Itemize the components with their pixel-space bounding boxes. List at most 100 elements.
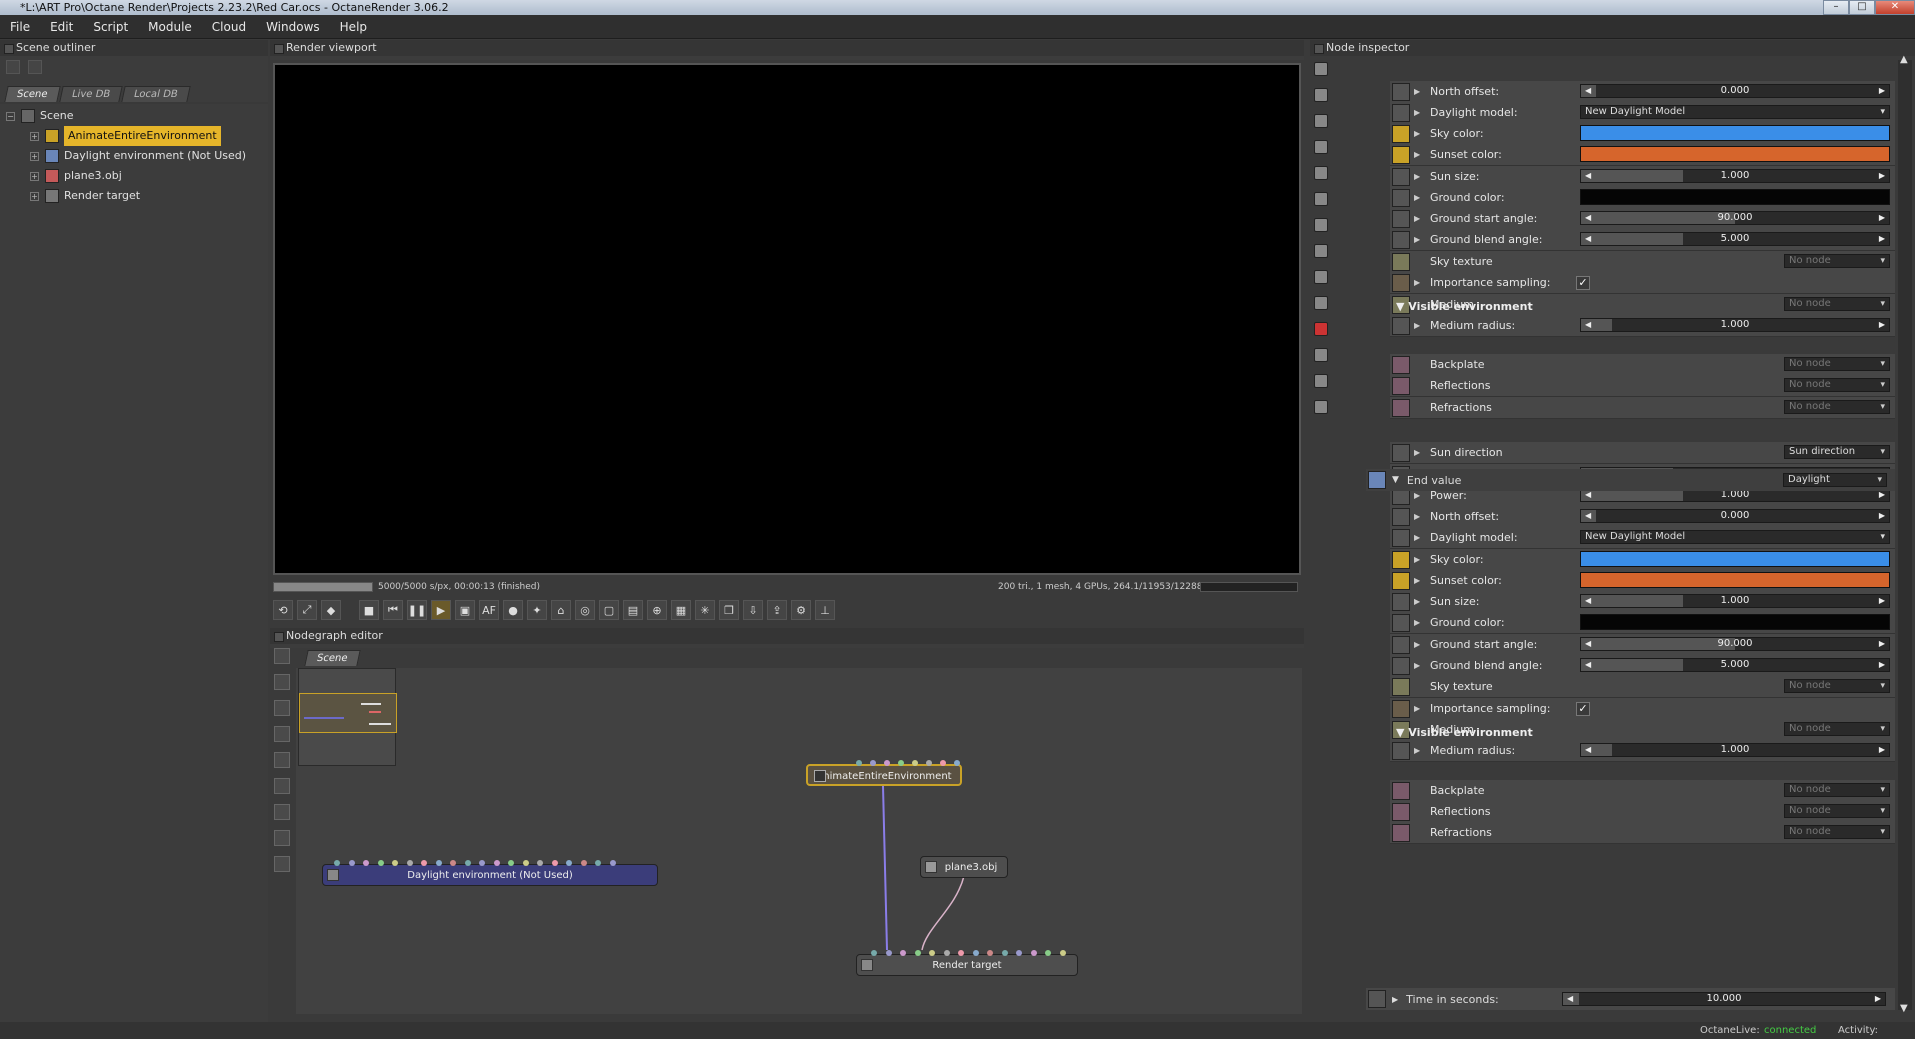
collapse-arrow-icon[interactable]: ▼ xyxy=(1392,475,1399,485)
expand-arrow-icon[interactable]: ▶ xyxy=(1414,640,1424,649)
node-pin[interactable] xyxy=(1016,950,1022,956)
section-visible-environment[interactable]: ▼ Visible environment xyxy=(1396,300,1533,313)
pin-type-icon[interactable] xyxy=(1392,145,1410,164)
close-button[interactable]: ✕ xyxy=(1875,0,1915,15)
node-pin[interactable] xyxy=(1059,950,1066,956)
node-pin[interactable] xyxy=(987,950,993,956)
expand-arrow-icon[interactable]: ▶ xyxy=(1414,150,1424,159)
node-pin[interactable] xyxy=(972,950,979,956)
expand-arrow-icon[interactable]: ▶ xyxy=(1414,576,1424,585)
stop-icon[interactable]: ■ xyxy=(359,600,379,620)
node-dropdown[interactable]: No node xyxy=(1784,400,1890,414)
node-pin[interactable] xyxy=(580,860,587,866)
environment-icon[interactable] xyxy=(1368,471,1386,489)
node-pin[interactable] xyxy=(958,950,964,956)
end-value-dropdown[interactable]: Daylight xyxy=(1783,473,1887,487)
model-dropdown[interactable]: New Daylight Model xyxy=(1580,105,1890,119)
color-swatch[interactable] xyxy=(1580,572,1890,588)
node-pin[interactable] xyxy=(450,860,456,866)
node-dropdown[interactable]: No node xyxy=(1784,722,1890,736)
expand-icon[interactable] xyxy=(1314,88,1328,102)
menu-module[interactable]: Module xyxy=(138,20,202,34)
expand-icon[interactable]: + xyxy=(30,171,39,181)
color-swatch[interactable] xyxy=(1580,614,1890,630)
geometry-icon[interactable] xyxy=(1314,348,1328,362)
pin-type-icon[interactable] xyxy=(1392,82,1410,101)
node-pin[interactable] xyxy=(551,860,558,866)
pin-type-icon[interactable] xyxy=(1392,103,1410,122)
tree-item-render-target[interactable]: + Render target xyxy=(6,186,268,206)
value-slider[interactable]: ◀ 0.000 ▶ xyxy=(1580,509,1890,523)
value-slider[interactable]: ◀ 1.000 ▶ xyxy=(1580,594,1890,608)
lock-icon[interactable]: ⌂ xyxy=(551,600,571,620)
node-pin[interactable] xyxy=(884,760,890,766)
node-pin[interactable] xyxy=(435,860,442,866)
image-icon[interactable] xyxy=(1314,114,1328,128)
node-pin[interactable] xyxy=(595,860,601,866)
env-node-icon[interactable] xyxy=(274,804,290,820)
expand-arrow-icon[interactable]: ▶ xyxy=(1414,108,1424,117)
tab-local-db[interactable]: Local DB xyxy=(120,86,191,102)
node-pin[interactable] xyxy=(926,760,932,766)
value-slider[interactable]: ◀ 5.000 ▶ xyxy=(1580,658,1890,672)
node-pin[interactable] xyxy=(464,860,471,866)
node-pin[interactable] xyxy=(1030,950,1037,956)
pin-type-icon[interactable] xyxy=(1368,990,1386,1008)
value-slider[interactable]: ◀ 90.000 ▶ xyxy=(1580,211,1890,225)
expand-arrow-icon[interactable]: ▶ xyxy=(1414,214,1424,223)
expand-arrow-icon[interactable]: ▶ xyxy=(1414,512,1424,521)
node-pin[interactable] xyxy=(334,860,340,866)
value-slider[interactable]: ◀ 1.000 ▶ xyxy=(1580,318,1890,332)
expand-arrow-icon[interactable]: ▶ xyxy=(1414,87,1424,96)
pin-type-icon[interactable] xyxy=(1392,209,1410,228)
zoom-icon[interactable]: ⊕ xyxy=(647,600,667,620)
expand-arrow-icon[interactable]: ▶ xyxy=(1414,448,1424,457)
expand-arrow-icon[interactable]: ▶ xyxy=(1414,321,1424,330)
menu-edit[interactable]: Edit xyxy=(40,20,83,34)
color-swatch[interactable] xyxy=(1580,189,1890,205)
expand-arrow-icon[interactable]: ▶ xyxy=(1414,555,1424,564)
expand-arrow-icon[interactable]: ▶ xyxy=(1392,995,1398,1004)
color-swatch[interactable] xyxy=(1580,551,1890,567)
menu-cloud[interactable]: Cloud xyxy=(202,20,256,34)
pin-type-icon[interactable] xyxy=(1392,741,1410,760)
pin-type-icon[interactable] xyxy=(1392,376,1410,395)
value-slider[interactable]: ◀ 1.000 ▶ xyxy=(1580,169,1890,183)
menu-windows[interactable]: Windows xyxy=(256,20,330,34)
pin-type-icon[interactable] xyxy=(1392,507,1410,526)
importance-checkbox[interactable]: ✓ xyxy=(1576,275,1590,290)
expand-arrow-icon[interactable]: ▶ xyxy=(1414,129,1424,138)
kernel-icon[interactable] xyxy=(1314,296,1328,310)
imager-icon[interactable] xyxy=(1314,374,1328,388)
node-pin[interactable] xyxy=(885,950,892,956)
node-pin[interactable] xyxy=(871,950,877,956)
grid-icon[interactable] xyxy=(274,856,290,872)
texture-node-icon[interactable] xyxy=(274,778,290,794)
model-dropdown[interactable]: New Daylight Model xyxy=(1580,530,1890,544)
node-pin[interactable] xyxy=(929,950,935,956)
restart-icon[interactable]: ⏮ xyxy=(383,600,403,620)
value-slider[interactable]: ◀ 1.000 ▶ xyxy=(1580,743,1890,757)
menu-help[interactable]: Help xyxy=(330,20,377,34)
pin-type-icon[interactable] xyxy=(1392,699,1410,718)
expand-all-icon[interactable] xyxy=(6,60,20,74)
node-pin[interactable] xyxy=(421,860,427,866)
copy-icon[interactable]: ❐ xyxy=(719,600,739,620)
node-dropdown[interactable]: No node xyxy=(1784,378,1890,392)
pin-type-icon[interactable] xyxy=(1392,802,1410,821)
menu-file[interactable]: File xyxy=(0,20,40,34)
nodegraph-tab-scene[interactable]: Scene xyxy=(304,650,361,666)
focus-icon[interactable]: ◎ xyxy=(575,600,595,620)
expand-icon[interactable]: + xyxy=(30,191,39,201)
tab-scene[interactable]: Scene xyxy=(4,86,61,102)
group-icon[interactable] xyxy=(274,726,290,742)
node-pin[interactable] xyxy=(377,860,384,866)
environment-icon[interactable] xyxy=(1314,166,1328,180)
render-viewport[interactable] xyxy=(273,63,1301,575)
tree-item-daylight[interactable]: + Daylight environment (Not Used) xyxy=(6,146,268,166)
pin-type-icon[interactable] xyxy=(1392,355,1410,374)
node-pin[interactable] xyxy=(479,860,485,866)
material-icon[interactable] xyxy=(1314,322,1328,336)
reset-graph-icon[interactable] xyxy=(274,648,290,664)
expand-arrow-icon[interactable]: ▶ xyxy=(1414,746,1424,755)
